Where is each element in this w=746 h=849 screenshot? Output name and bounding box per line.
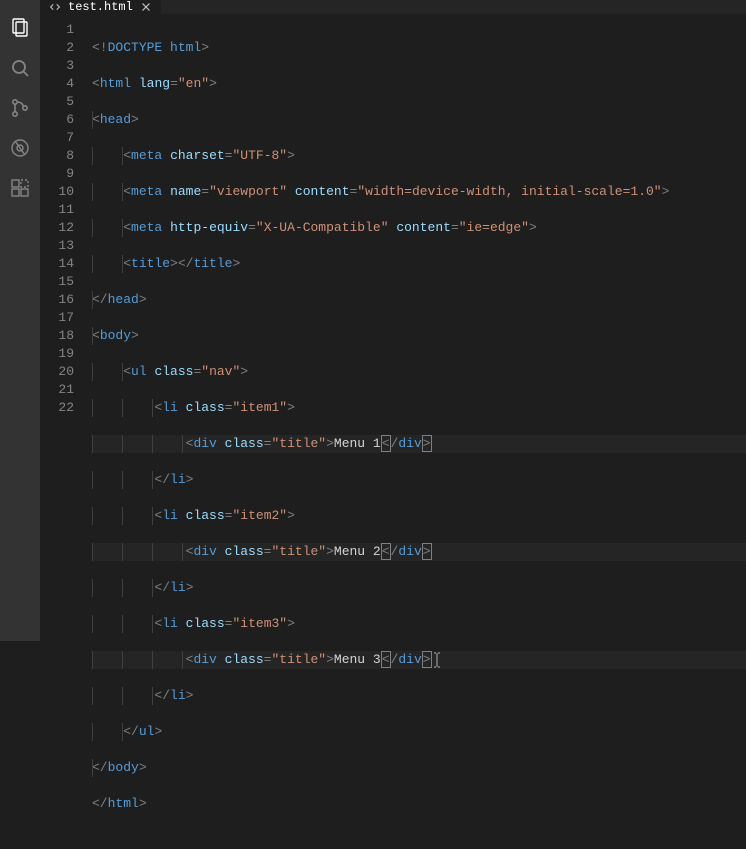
text-cursor-icon (430, 651, 444, 675)
code-line: <div class="title">Menu 3</div> (92, 651, 746, 669)
code-line: </li> (92, 687, 746, 705)
code-line: <li class="item2"> (92, 507, 746, 525)
extensions-icon[interactable] (0, 168, 40, 208)
source-control-icon[interactable] (0, 88, 40, 128)
line-number-gutter: 1 2 3 4 5 6 7 8 9 10 11 12 13 14 15 16 1… (40, 14, 92, 849)
code-line: <!DOCTYPE html> (92, 39, 746, 57)
code-line: <meta name="viewport" content="width=dev… (92, 183, 746, 201)
code-line: <body> (92, 327, 746, 345)
explorer-icon[interactable] (0, 8, 40, 48)
code-line: </ul> (92, 723, 746, 741)
code-line: <ul class="nav"> (92, 363, 746, 381)
code-line: <div class="title">Menu 1</div> (92, 435, 746, 453)
code-line: <head> (92, 111, 746, 129)
tab-filename: test.html (68, 0, 133, 14)
code-content[interactable]: <!DOCTYPE html> <html lang="en"> <head> … (92, 14, 746, 849)
code-line: <meta http-equiv="X-UA-Compatible" conte… (92, 219, 746, 237)
code-line: <title></title> (92, 255, 746, 273)
activity-bar (0, 0, 40, 641)
code-line: <html lang="en"> (92, 75, 746, 93)
tab-test-html[interactable]: test.html (40, 0, 161, 14)
search-icon[interactable] (0, 48, 40, 88)
code-line: </body> (92, 759, 746, 777)
code-line: <li class="item1"> (92, 399, 746, 417)
code-line: </li> (92, 471, 746, 489)
file-code-icon (48, 0, 62, 14)
code-line: </head> (92, 291, 746, 309)
code-line: <li class="item3"> (92, 615, 746, 633)
code-line: </li> (92, 579, 746, 597)
editor-group: test.html 1 2 3 4 5 6 7 8 9 10 11 12 13 … (40, 0, 746, 641)
code-line: <div class="title">Menu 2</div> (92, 543, 746, 561)
code-editor[interactable]: 1 2 3 4 5 6 7 8 9 10 11 12 13 14 15 16 1… (40, 14, 746, 849)
code-line: <meta charset="UTF-8"> (92, 147, 746, 165)
close-icon[interactable] (139, 0, 153, 14)
tab-bar: test.html (40, 0, 746, 14)
code-line: </html> (92, 795, 746, 813)
debug-icon[interactable] (0, 128, 40, 168)
